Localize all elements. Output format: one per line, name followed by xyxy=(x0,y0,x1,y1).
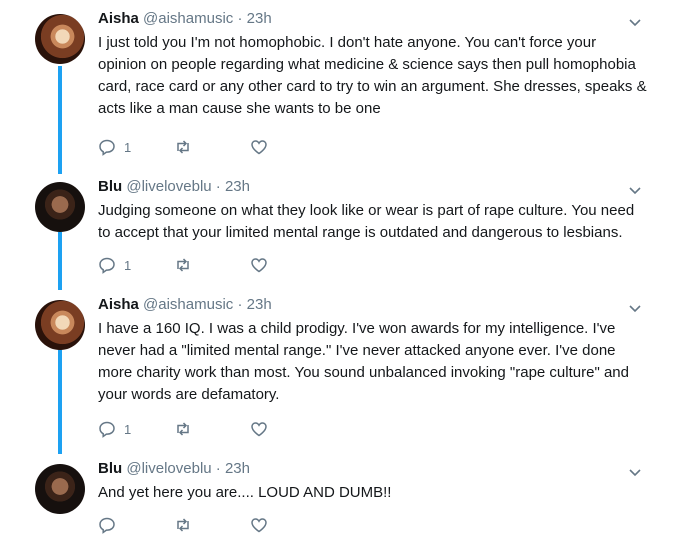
tweet-actions xyxy=(98,514,326,536)
retweet-icon xyxy=(174,138,192,156)
reply-count: 1 xyxy=(124,257,132,273)
reply-count: 1 xyxy=(124,421,132,437)
chevron-down-icon[interactable] xyxy=(626,463,644,481)
tweet-actions: 1 xyxy=(98,418,326,440)
tweet-text: I just told you I'm not homophobic. I do… xyxy=(98,34,647,117)
author-handle[interactable]: @liveloveblu xyxy=(126,460,211,477)
reply-icon xyxy=(98,138,116,156)
tweet-content: Blu @liveloveblu · 23h Judging someone o… xyxy=(98,177,648,244)
tweet-timestamp[interactable]: · 23h xyxy=(216,460,250,477)
avatar[interactable] xyxy=(35,14,85,64)
tweet-content: Aisha @aishamusic · 23h I have a 160 IQ.… xyxy=(98,295,648,406)
tweet-timestamp[interactable]: · 23h xyxy=(237,296,271,313)
author-name[interactable]: Aisha xyxy=(98,296,139,313)
author-handle[interactable]: @aishamusic xyxy=(143,296,233,313)
author-handle[interactable]: @aishamusic xyxy=(143,10,233,27)
tweet-thread: Aisha @aishamusic · 23h I just told you … xyxy=(0,0,678,544)
tweet[interactable]: Blu @liveloveblu · 23h Judging someone o… xyxy=(0,168,678,286)
heart-icon xyxy=(250,516,268,534)
tweet-content: Blu @liveloveblu · 23h And yet here you … xyxy=(98,459,648,504)
tweet-actions: 1 xyxy=(98,254,326,276)
author-name[interactable]: Aisha xyxy=(98,10,139,27)
like-button[interactable] xyxy=(250,516,284,534)
heart-icon xyxy=(250,138,268,156)
tweet[interactable]: Blu @liveloveblu · 23h And yet here you … xyxy=(0,450,678,544)
avatar[interactable] xyxy=(35,300,85,350)
retweet-icon xyxy=(174,516,192,534)
chevron-down-icon[interactable] xyxy=(626,13,644,31)
like-button[interactable] xyxy=(250,420,284,438)
avatar[interactable] xyxy=(35,182,85,232)
retweet-button[interactable] xyxy=(174,138,208,156)
retweet-icon xyxy=(174,256,192,274)
tweet-header: Blu @liveloveblu · 23h xyxy=(98,177,648,197)
chevron-down-icon[interactable] xyxy=(626,299,644,317)
like-button[interactable] xyxy=(250,138,284,156)
reply-count: 1 xyxy=(124,139,132,155)
reply-button[interactable]: 1 xyxy=(98,256,132,274)
retweet-button[interactable] xyxy=(174,256,208,274)
author-name[interactable]: Blu xyxy=(98,178,122,195)
reply-button[interactable]: 1 xyxy=(98,138,132,156)
retweet-button[interactable] xyxy=(174,420,208,438)
reply-icon xyxy=(98,420,116,438)
heart-icon xyxy=(250,256,268,274)
like-button[interactable] xyxy=(250,256,284,274)
reply-icon xyxy=(98,516,116,534)
author-name[interactable]: Blu xyxy=(98,460,122,477)
retweet-button[interactable] xyxy=(174,516,208,534)
avatar[interactable] xyxy=(35,464,85,514)
heart-icon xyxy=(250,420,268,438)
tweet-timestamp[interactable]: · 23h xyxy=(237,10,271,27)
tweet-timestamp[interactable]: · 23h xyxy=(216,178,250,195)
reply-button[interactable]: 1 xyxy=(98,420,132,438)
tweet-text: Judging someone on what they look like o… xyxy=(98,202,635,241)
tweet-text: And yet here you are.... LOUD AND DUMB!! xyxy=(98,484,392,501)
tweet-text: I have a 160 IQ. I was a child prodigy. … xyxy=(98,320,629,403)
tweet-header: Aisha @aishamusic · 23h xyxy=(98,9,648,29)
tweet[interactable]: Aisha @aishamusic · 23h I have a 160 IQ.… xyxy=(0,286,678,450)
retweet-icon xyxy=(174,420,192,438)
tweet-actions: 1 xyxy=(98,136,326,158)
tweet-content: Aisha @aishamusic · 23h I just told you … xyxy=(98,9,648,120)
tweet-header: Aisha @aishamusic · 23h xyxy=(98,295,648,315)
chevron-down-icon[interactable] xyxy=(626,181,644,199)
reply-icon xyxy=(98,256,116,274)
tweet[interactable]: Aisha @aishamusic · 23h I just told you … xyxy=(0,0,678,168)
tweet-header: Blu @liveloveblu · 23h xyxy=(98,459,648,479)
reply-button[interactable] xyxy=(98,516,132,534)
author-handle[interactable]: @liveloveblu xyxy=(126,178,211,195)
